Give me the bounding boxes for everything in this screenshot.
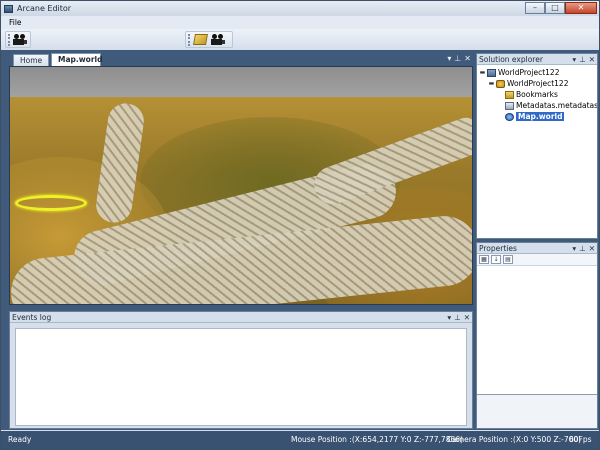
- pin-icon[interactable]: ⊥: [579, 243, 586, 254]
- bookmarks-button[interactable]: [192, 33, 208, 47]
- camera-icon: [13, 34, 27, 45]
- sort-alpha-icon[interactable]: ↓: [491, 255, 501, 264]
- dropdown-icon[interactable]: ▾: [572, 54, 576, 65]
- solution-explorer-title: Solution explorer: [479, 55, 543, 64]
- menu-file[interactable]: File: [9, 18, 22, 27]
- properties-header: Properties ▾ ⊥ ✕: [477, 243, 597, 254]
- app-icon: [4, 4, 13, 13]
- close-icon[interactable]: ✕: [589, 243, 595, 254]
- camera-button-2[interactable]: [210, 33, 226, 47]
- tree-item-world[interactable]: ▬ WorldProject122: [479, 78, 597, 89]
- pin-icon[interactable]: ⊥: [579, 54, 586, 65]
- categorized-icon[interactable]: ▦: [479, 255, 489, 264]
- close-icon[interactable]: ✕: [464, 312, 470, 323]
- camera-position: Camera Position :(X:0 Y:500 Z:-700): [447, 435, 582, 444]
- 3d-viewport[interactable]: [9, 66, 473, 305]
- project-icon: [487, 68, 496, 77]
- mouse-position: Mouse Position :(X:654,2177 Y:0 Z:-777,7…: [291, 435, 463, 444]
- document-controls: ▾ ⊥ ✕: [447, 54, 471, 63]
- fps-counter: 60Fps: [569, 435, 592, 444]
- toolbar-grip[interactable]: [8, 34, 10, 46]
- close-icon[interactable]: ✕: [464, 54, 471, 63]
- properties-toolbar: ▦ ↓ ▤: [477, 254, 597, 266]
- menu-bar: File: [1, 16, 599, 29]
- tree-item-bookmarks[interactable]: Bookmarks: [479, 89, 597, 100]
- property-pages-icon[interactable]: ▤: [503, 255, 513, 264]
- tree-item-label: Metadatas.metadatas: [516, 101, 597, 110]
- dropdown-icon[interactable]: ▾: [447, 312, 451, 323]
- events-log-header: Events log ▾ ⊥ ✕: [10, 312, 472, 323]
- close-button[interactable]: ✕: [565, 2, 597, 14]
- pin-icon[interactable]: ⊥: [454, 54, 461, 63]
- close-icon[interactable]: ✕: [589, 54, 595, 65]
- map-icon: [505, 112, 514, 121]
- tree-item-label: Map.world: [516, 112, 565, 121]
- tree-item-label: WorldProject122: [498, 68, 560, 77]
- toolbar-grip[interactable]: [188, 34, 190, 46]
- events-log-list[interactable]: [15, 328, 467, 426]
- minimize-button[interactable]: –: [525, 2, 545, 14]
- collapse-icon[interactable]: ▬: [479, 69, 486, 76]
- status-bar: Ready Mouse Position :(X:654,2177 Y:0 Z:…: [1, 431, 599, 449]
- tree-item-map-world[interactable]: Map.world: [479, 111, 597, 122]
- properties-description: [477, 394, 597, 428]
- tree-item-label: Bookmarks: [516, 90, 558, 99]
- pin-icon[interactable]: ⊥: [454, 312, 461, 323]
- bookmarks-icon: [505, 90, 514, 99]
- title-bar[interactable]: Arcane Editor – □ ✕: [1, 1, 599, 16]
- toolbar: [1, 29, 599, 50]
- tree-item-metadatas[interactable]: Metadatas.metadatas: [479, 100, 597, 111]
- toolbar-group-1: [5, 31, 31, 48]
- metadata-icon: [505, 101, 514, 110]
- window-controls: – □ ✕: [525, 2, 597, 14]
- document-tabs: Home Map.world ▾ ⊥ ✕: [9, 53, 473, 66]
- events-log-panel: Events log ▾ ⊥ ✕: [9, 311, 473, 429]
- book-icon: [192, 34, 208, 45]
- tree-item-label: WorldProject122: [507, 79, 569, 88]
- solution-explorer-panel: Solution explorer ▾ ⊥ ✕ ▬ WorldProject122 …: [476, 53, 598, 239]
- tree-item-project[interactable]: ▬ WorldProject122: [479, 67, 597, 78]
- document-panel: Home Map.world ▾ ⊥ ✕: [9, 53, 473, 305]
- camera-icon: [211, 34, 225, 45]
- app-window: Arcane Editor – □ ✕ File Home Map.world …: [0, 0, 600, 450]
- status-state: Ready: [8, 435, 32, 444]
- window-title: Arcane Editor: [17, 4, 72, 13]
- camera-button[interactable]: [12, 33, 28, 47]
- world-icon: [496, 79, 505, 88]
- events-log-title: Events log: [12, 313, 52, 322]
- tab-home[interactable]: Home: [13, 54, 49, 66]
- maximize-button[interactable]: □: [545, 2, 565, 14]
- solution-tree: ▬ WorldProject122 ▬ WorldProject122 Book…: [477, 65, 597, 122]
- collapse-icon[interactable]: ▬: [488, 80, 495, 87]
- dropdown-icon[interactable]: ▾: [572, 243, 576, 254]
- solution-explorer-header: Solution explorer ▾ ⊥ ✕: [477, 54, 597, 65]
- properties-panel: Properties ▾ ⊥ ✕ ▦ ↓ ▤: [476, 242, 598, 429]
- dropdown-icon[interactable]: ▾: [447, 54, 451, 63]
- toolbar-group-2: [185, 31, 233, 48]
- selection-marker[interactable]: [15, 195, 87, 211]
- tab-map-world[interactable]: Map.world: [51, 53, 102, 66]
- properties-title: Properties: [479, 244, 517, 253]
